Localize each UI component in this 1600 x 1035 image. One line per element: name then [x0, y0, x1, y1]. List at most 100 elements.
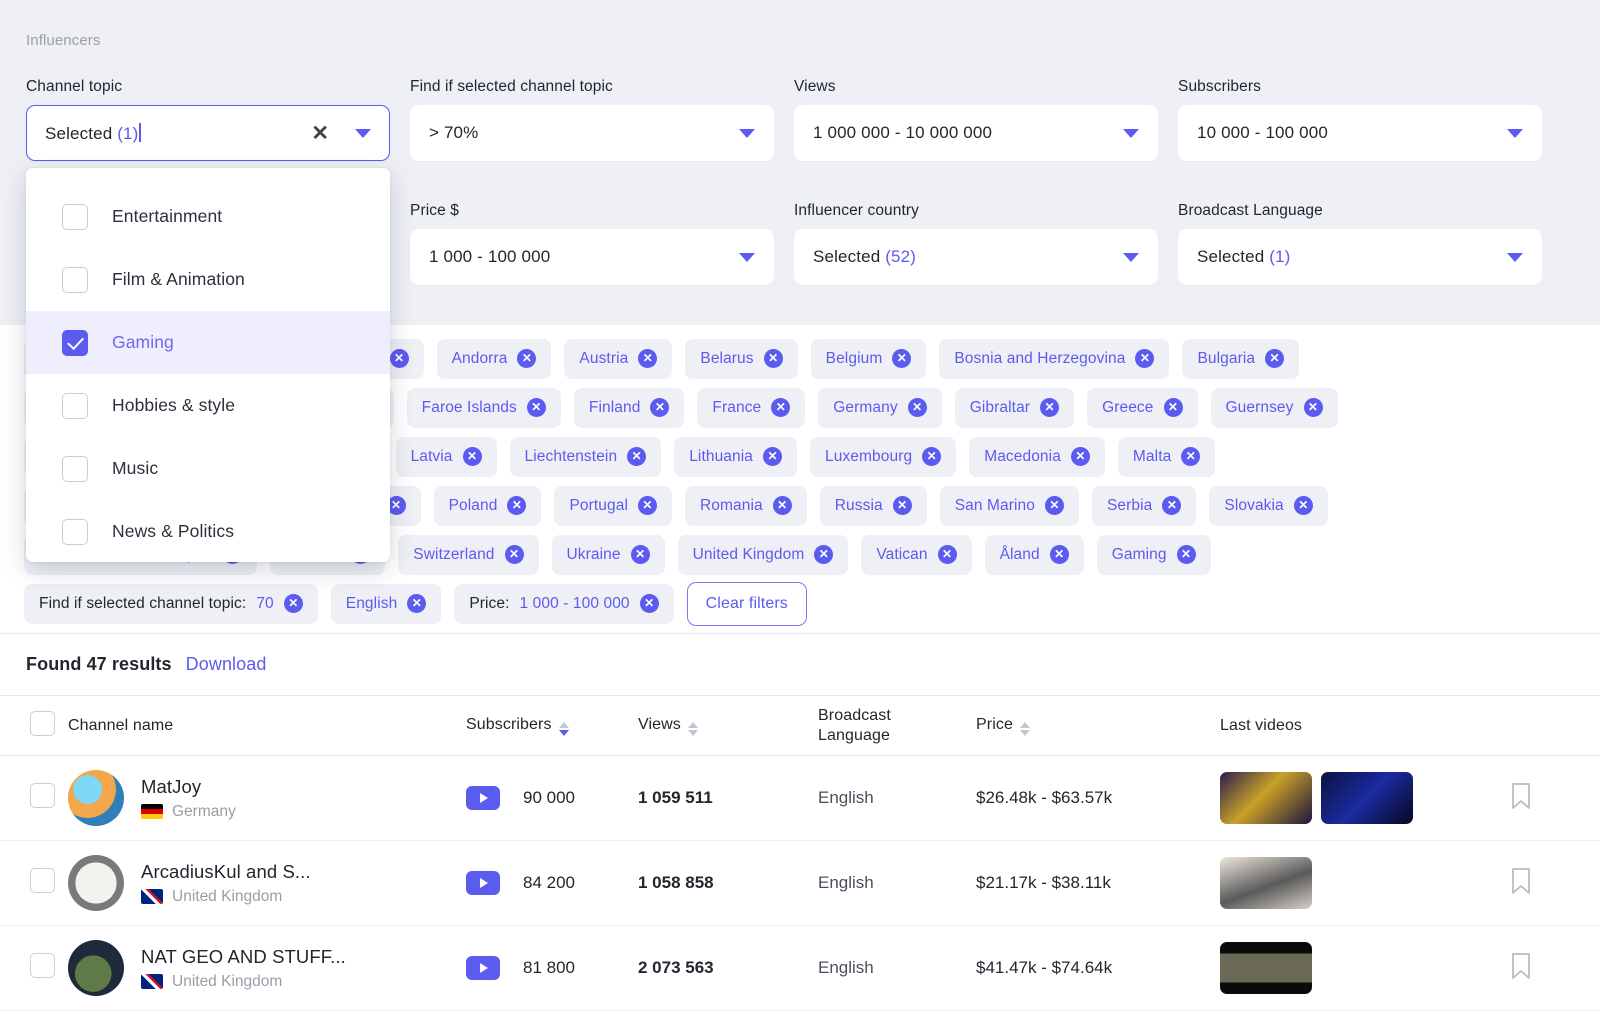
filter-chip[interactable]: Faroe Islands✕	[407, 388, 561, 428]
remove-chip-icon[interactable]: ✕	[1177, 545, 1196, 564]
filter-chip[interactable]: Malta✕	[1118, 437, 1215, 477]
sort-icon-views[interactable]	[688, 722, 698, 736]
chevron-down-icon[interactable]	[739, 253, 755, 262]
filter-chip[interactable]: Guernsey✕	[1211, 388, 1338, 428]
filter-chip[interactable]: Russia✕	[820, 486, 927, 526]
remove-chip-icon[interactable]: ✕	[1071, 447, 1090, 466]
remove-chip-icon[interactable]: ✕	[1304, 398, 1323, 417]
filter-chip[interactable]: Bulgaria✕	[1182, 339, 1299, 379]
sort-icon-subscribers[interactable]	[559, 722, 569, 736]
header-views[interactable]: Views	[638, 696, 818, 756]
dropdown-option-entertainment[interactable]: Entertainment	[26, 185, 390, 248]
filter-chip[interactable]: Luxembourg✕	[810, 437, 956, 477]
youtube-icon[interactable]	[466, 786, 500, 810]
chevron-down-icon[interactable]	[1123, 253, 1139, 262]
broadcast-language-select[interactable]: Selected (1)	[1178, 229, 1542, 285]
download-link[interactable]: Download	[186, 654, 267, 675]
remove-chip-icon[interactable]: ✕	[771, 398, 790, 417]
remove-chip-icon[interactable]: ✕	[764, 349, 783, 368]
filter-chip[interactable]: Lithuania✕	[674, 437, 797, 477]
remove-chip-icon[interactable]: ✕	[1162, 496, 1181, 515]
filter-chip[interactable]: France✕	[697, 388, 805, 428]
dropdown-option-news-politics[interactable]: News & Politics	[26, 500, 390, 562]
chevron-down-icon[interactable]	[1507, 253, 1523, 262]
remove-chip-icon[interactable]: ✕	[390, 349, 409, 368]
video-thumbnail[interactable]	[1220, 772, 1312, 824]
chevron-down-icon[interactable]	[1123, 129, 1139, 138]
remove-chip-icon[interactable]: ✕	[908, 398, 927, 417]
chevron-down-icon[interactable]	[1507, 129, 1523, 138]
dropdown-option-gaming[interactable]: Gaming	[26, 311, 390, 374]
filter-chip[interactable]: English✕	[331, 584, 442, 624]
chevron-down-icon[interactable]	[739, 129, 755, 138]
find-if-selected-topic-select[interactable]: > 70%	[410, 105, 774, 161]
filter-chip[interactable]: Macedonia✕	[969, 437, 1105, 477]
row-checkbox[interactable]	[30, 783, 55, 808]
remove-chip-icon[interactable]: ✕	[650, 398, 669, 417]
chevron-down-icon[interactable]	[355, 129, 371, 138]
table-row[interactable]: MatJoyGermany90 0001 059 511English$26.4…	[0, 756, 1600, 841]
clear-icon[interactable]: ✕	[311, 123, 329, 144]
influencer-country-select[interactable]: Selected (52)	[794, 229, 1158, 285]
remove-chip-icon[interactable]: ✕	[505, 545, 524, 564]
filter-chip[interactable]: Poland✕	[434, 486, 542, 526]
bookmark-icon[interactable]	[1510, 867, 1532, 895]
filter-chip[interactable]: Andorra✕	[437, 339, 552, 379]
checkbox-icon[interactable]	[62, 330, 88, 356]
remove-chip-icon[interactable]: ✕	[507, 496, 526, 515]
youtube-icon[interactable]	[466, 956, 500, 980]
video-thumbnail[interactable]	[1321, 772, 1413, 824]
remove-chip-icon[interactable]: ✕	[938, 545, 957, 564]
filter-chip[interactable]: Romania✕	[685, 486, 807, 526]
filter-chip[interactable]: Serbia✕	[1092, 486, 1196, 526]
remove-chip-icon[interactable]: ✕	[1040, 398, 1059, 417]
filter-chip[interactable]: Austria✕	[564, 339, 672, 379]
filter-chip[interactable]: Vatican✕	[861, 535, 971, 575]
checkbox-icon[interactable]	[62, 456, 88, 482]
video-thumbnail[interactable]	[1220, 942, 1312, 994]
filter-chip[interactable]: Finland✕	[574, 388, 685, 428]
clear-filters-button[interactable]: Clear filters	[687, 582, 807, 626]
dropdown-option-film-animation[interactable]: Film & Animation	[26, 248, 390, 311]
remove-chip-icon[interactable]: ✕	[814, 545, 833, 564]
filter-chip[interactable]: Gibraltar✕	[955, 388, 1074, 428]
remove-chip-icon[interactable]: ✕	[1294, 496, 1313, 515]
remove-chip-icon[interactable]: ✕	[892, 349, 911, 368]
remove-chip-icon[interactable]: ✕	[1164, 398, 1183, 417]
remove-chip-icon[interactable]: ✕	[463, 447, 482, 466]
checkbox-icon[interactable]	[62, 393, 88, 419]
video-thumbnail[interactable]	[1220, 857, 1312, 909]
remove-chip-icon[interactable]: ✕	[627, 447, 646, 466]
table-row[interactable]: NAT GEO AND STUFF...United Kingdom81 800…	[0, 926, 1600, 1011]
remove-chip-icon[interactable]: ✕	[922, 447, 941, 466]
filter-chip[interactable]: Liechtenstein✕	[510, 437, 662, 477]
views-select[interactable]: 1 000 000 - 10 000 000	[794, 105, 1158, 161]
row-checkbox[interactable]	[30, 953, 55, 978]
remove-chip-icon[interactable]: ✕	[893, 496, 912, 515]
remove-chip-icon[interactable]: ✕	[1050, 545, 1069, 564]
price-select[interactable]: 1 000 - 100 000	[410, 229, 774, 285]
remove-chip-icon[interactable]: ✕	[640, 594, 659, 613]
bookmark-icon[interactable]	[1510, 782, 1532, 810]
filter-chip[interactable]: Price: 1 000 - 100 000✕	[454, 584, 673, 624]
remove-chip-icon[interactable]: ✕	[1135, 349, 1154, 368]
header-price[interactable]: Price	[976, 696, 1220, 756]
checkbox-icon[interactable]	[62, 267, 88, 293]
filter-chip[interactable]: Find if selected channel topic: 70✕	[24, 584, 318, 624]
filter-chip[interactable]: Germany✕	[818, 388, 941, 428]
remove-chip-icon[interactable]: ✕	[631, 545, 650, 564]
filter-chip[interactable]: Belgium✕	[811, 339, 927, 379]
remove-chip-icon[interactable]: ✕	[1265, 349, 1284, 368]
dropdown-option-hobbies-style[interactable]: Hobbies & style	[26, 374, 390, 437]
row-checkbox[interactable]	[30, 868, 55, 893]
filter-chip[interactable]: Greece✕	[1087, 388, 1197, 428]
remove-chip-icon[interactable]: ✕	[1045, 496, 1064, 515]
checkbox-icon[interactable]	[62, 519, 88, 545]
remove-chip-icon[interactable]: ✕	[638, 349, 657, 368]
remove-chip-icon[interactable]: ✕	[284, 594, 303, 613]
checkbox-icon[interactable]	[62, 204, 88, 230]
filter-chip[interactable]: Bosnia and Herzegovina✕	[939, 339, 1169, 379]
select-all-checkbox[interactable]	[30, 711, 55, 736]
filter-chip[interactable]: Portugal✕	[554, 486, 672, 526]
filter-chip[interactable]: Ukraine✕	[552, 535, 665, 575]
